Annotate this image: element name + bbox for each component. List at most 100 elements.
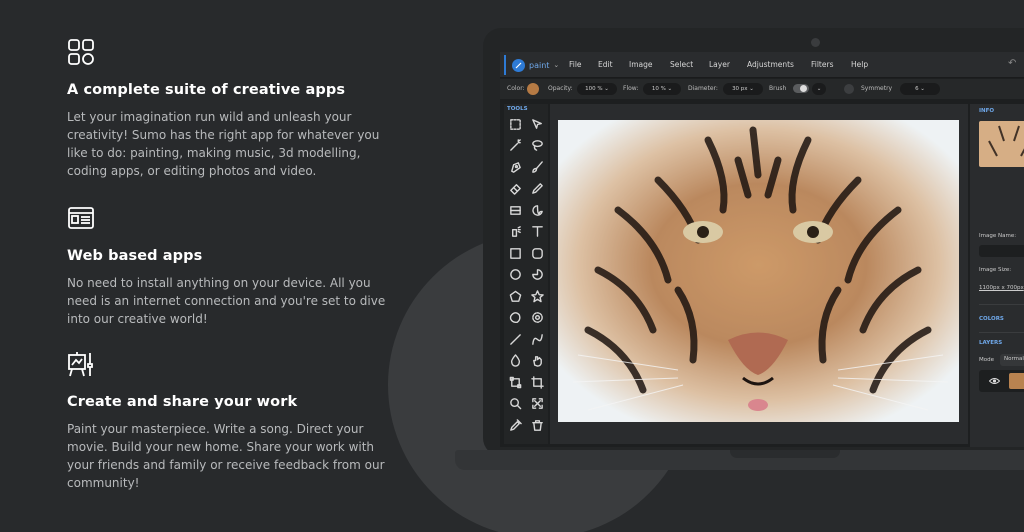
hand-pan-tool-button[interactable] — [529, 353, 545, 369]
fit-screen-tool-button[interactable] — [529, 396, 545, 412]
symmetry-value: 6 ⌄ — [915, 86, 925, 92]
pentagon-tool-button[interactable] — [507, 288, 523, 304]
crop-tool-button[interactable] — [529, 374, 545, 390]
paint-app-screen: paint ⌄ File Edit Image Select Layer Adj… — [500, 52, 1024, 447]
pencil-icon — [531, 183, 543, 194]
easel-brush-icon — [68, 352, 93, 377]
opacity-input[interactable]: 100 % ⌄ — [577, 83, 617, 95]
blur-drop-tool-button[interactable] — [507, 353, 523, 369]
colors-title: COLORS — [979, 316, 1004, 322]
text-tool-tool-button[interactable] — [529, 224, 545, 240]
flow-value: 10 % ⌄ — [651, 86, 673, 92]
eyedropper-tool-button[interactable] — [507, 417, 523, 433]
grid-apps-icon — [68, 39, 94, 65]
undo-icon[interactable]: ↶ — [1008, 58, 1016, 69]
line-tool-button[interactable] — [507, 331, 523, 347]
landing-page: A complete suite of creative apps Let yo… — [0, 0, 1024, 532]
trash-icon — [531, 419, 543, 431]
marquee-select-tool-button[interactable] — [507, 116, 523, 132]
browser-window-icon — [68, 207, 94, 229]
lasso-icon — [531, 140, 543, 151]
flow-input[interactable]: 10 % ⌄ — [643, 83, 681, 95]
transform-icon — [509, 376, 521, 388]
tool-options-bar: Color: Opacity: 100 % ⌄ Flow: 10 % ⌄ Dia… — [500, 79, 1024, 99]
zoom-tool-button[interactable] — [507, 396, 523, 412]
feature-title: Web based apps — [67, 248, 203, 264]
menu-edit[interactable]: Edit — [598, 52, 613, 78]
brush-label: Brush — [769, 85, 787, 92]
feature-text: Let your imagination run wild and unleas… — [67, 110, 380, 178]
feature-web-based: Web based apps No need to install anythi… — [67, 204, 397, 328]
blob-shape-tool-button[interactable] — [507, 310, 523, 326]
image-name-label: Image Name: — [979, 233, 1017, 239]
gear-shape-tool-button[interactable] — [529, 310, 545, 326]
canvas-area[interactable] — [550, 104, 968, 444]
menubar: paint ⌄ File Edit Image Select Layer Adj… — [500, 52, 1024, 78]
blend-mode-select[interactable]: Normal — [1000, 354, 1024, 366]
layer-row[interactable] — [979, 370, 1024, 392]
curve-tool-button[interactable] — [529, 331, 545, 347]
pointer-arrow-tool-button[interactable] — [529, 116, 545, 132]
curve-icon — [531, 333, 543, 345]
palette-fill-icon — [531, 204, 543, 216]
rectangle-tool-button[interactable] — [507, 245, 523, 261]
feature-create-share: Create and share your work Paint your ma… — [67, 350, 397, 492]
pen-nib-tool-button[interactable] — [507, 159, 523, 175]
eraser-icon — [509, 184, 521, 195]
menu-select[interactable]: Select — [670, 52, 693, 78]
pencil-tool-button[interactable] — [529, 181, 545, 197]
hand-pan-icon — [532, 356, 542, 367]
divider — [979, 304, 1024, 305]
layers-title: LAYERS — [979, 340, 1003, 346]
color-label: Color: — [507, 85, 525, 92]
text-tool-icon — [531, 226, 543, 237]
blur-drop-icon — [510, 354, 520, 367]
canvas-image — [558, 120, 959, 422]
blend-mode-value: Normal — [1004, 356, 1024, 362]
image-size-value[interactable]: 1100px x 700px — [979, 285, 1024, 291]
gradient-tool-button[interactable] — [507, 202, 523, 218]
spray-tool-button[interactable] — [507, 224, 523, 240]
menu-filters[interactable]: Filters — [811, 52, 833, 78]
opacity-label: Opacity: — [548, 85, 573, 92]
image-name-input[interactable] — [979, 245, 1024, 257]
menu-image[interactable]: Image — [629, 52, 653, 78]
star-shape-tool-button[interactable] — [529, 288, 545, 304]
blend-mode-label: Mode — [979, 357, 994, 363]
eraser-tool-button[interactable] — [507, 181, 523, 197]
palette-fill-tool-button[interactable] — [529, 202, 545, 218]
feature-text: No need to install anything on your devi… — [67, 276, 386, 326]
crop-icon — [530, 375, 544, 389]
pie-shape-tool-button[interactable] — [529, 267, 545, 283]
magic-wand-tool-button[interactable] — [507, 138, 523, 154]
zoom-icon — [509, 398, 521, 410]
magic-wand-icon — [509, 139, 521, 151]
symmetry-input[interactable]: 6 ⌄ — [900, 83, 940, 95]
transform-tool-button[interactable] — [507, 374, 523, 390]
app-selector[interactable]: paint ⌄ — [504, 55, 565, 75]
trash-tool-button[interactable] — [529, 417, 545, 433]
menu-help[interactable]: Help — [851, 52, 868, 78]
fit-screen-icon — [531, 398, 543, 409]
symmetry-toggle[interactable] — [844, 84, 854, 94]
feature-text: Paint your masterpiece. Write a song. Di… — [67, 422, 385, 490]
diameter-label: Diameter: — [688, 85, 718, 92]
brush-dropdown[interactable]: ⌄ — [812, 83, 826, 95]
paintbrush-icon — [531, 160, 543, 173]
menu-layer[interactable]: Layer — [709, 52, 730, 78]
eye-icon[interactable] — [989, 377, 1000, 385]
diameter-input[interactable]: 30 px ⌄ — [723, 83, 763, 95]
pointer-arrow-icon — [531, 118, 542, 129]
lasso-tool-button[interactable] — [529, 138, 545, 154]
rounded-rectangle-tool-button[interactable] — [529, 245, 545, 261]
brush-toggle[interactable] — [793, 84, 809, 93]
star-shape-icon — [530, 289, 544, 302]
laptop-camera — [811, 38, 820, 47]
menu-adjustments[interactable]: Adjustments — [747, 52, 794, 78]
pentagon-icon — [509, 290, 521, 302]
ellipse-tool-button[interactable] — [507, 267, 523, 283]
paintbrush-tool-button[interactable] — [529, 159, 545, 175]
menu-file[interactable]: File — [569, 52, 582, 78]
color-swatch[interactable] — [527, 83, 539, 95]
feature-title: Create and share your work — [67, 394, 298, 410]
